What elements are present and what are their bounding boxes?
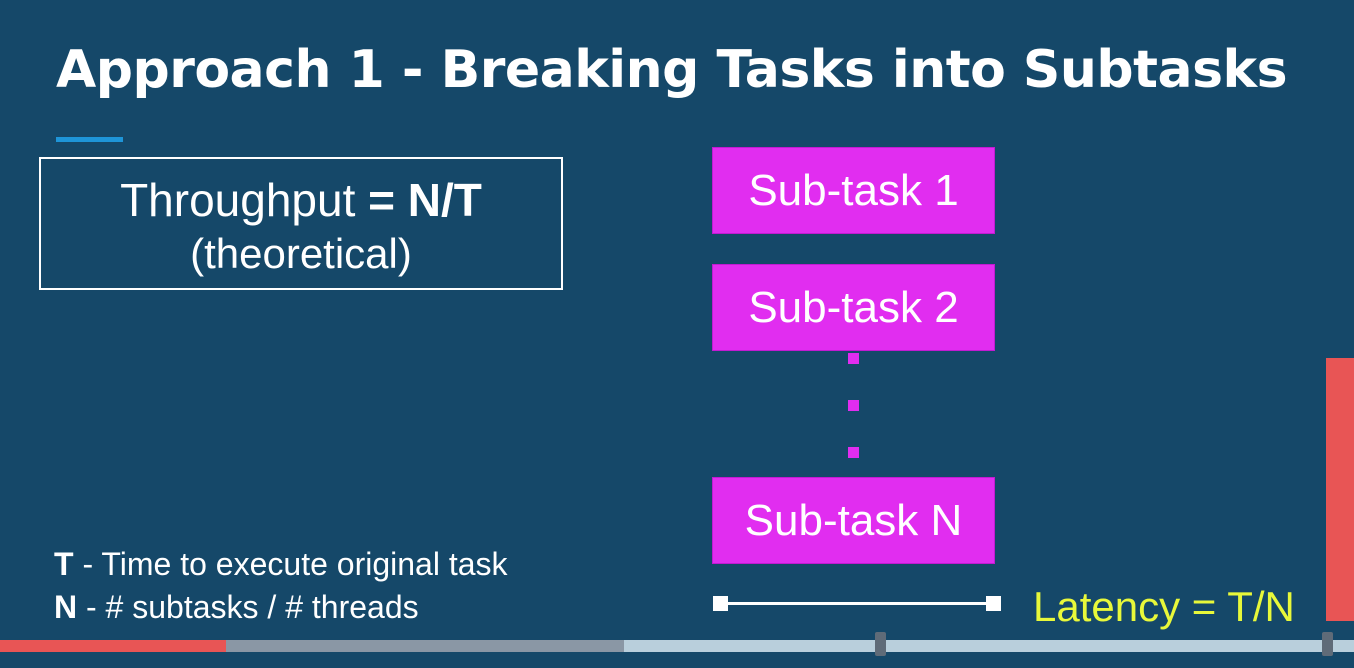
played-progress bbox=[0, 640, 227, 652]
latency-label: Latency = T/N bbox=[1033, 583, 1295, 630]
latency-line bbox=[720, 602, 993, 605]
ellipsis-dot bbox=[848, 447, 859, 458]
throughput-label: Throughput bbox=[120, 174, 356, 226]
legend-symbol-n: N bbox=[54, 589, 78, 625]
legend-text-t: - Time to execute original task bbox=[73, 546, 508, 582]
subtask-n-box: Sub-task N bbox=[712, 477, 995, 564]
throughput-value: N/T bbox=[407, 174, 482, 226]
subtask-2-box: Sub-task 2 bbox=[712, 264, 995, 351]
subtask-1-box: Sub-task 1 bbox=[712, 147, 995, 234]
ellipsis-dot bbox=[848, 400, 859, 411]
ellipsis-dot bbox=[848, 353, 859, 364]
legend-text-n: - # subtasks / # threads bbox=[77, 589, 419, 625]
legend-t: T - Time to execute original task bbox=[54, 546, 508, 583]
latency-end-cap bbox=[986, 596, 1001, 611]
legend-symbol-t: T bbox=[54, 546, 74, 582]
chapter-marker[interactable] bbox=[875, 632, 886, 656]
slide-title: Approach 1 - Breaking Tasks into Subtask… bbox=[56, 40, 1288, 100]
video-progress-bar[interactable] bbox=[0, 640, 1354, 652]
throughput-formula: Throughput = N/T bbox=[41, 172, 561, 228]
legend-n: N - # subtasks / # threads bbox=[54, 589, 419, 626]
throughput-note: (theoretical) bbox=[190, 230, 412, 277]
throughput-formula-box: Throughput = N/T (theoretical) bbox=[39, 157, 563, 290]
title-underline bbox=[56, 137, 123, 142]
chapter-marker[interactable] bbox=[1322, 632, 1333, 656]
side-accent-bar bbox=[1326, 358, 1354, 621]
formula-equals: = bbox=[355, 174, 408, 226]
latency-start-cap bbox=[713, 596, 728, 611]
